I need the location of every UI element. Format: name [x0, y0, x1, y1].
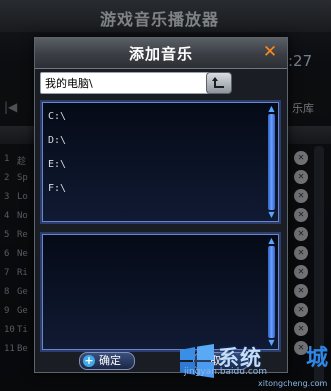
track-name: Ge [17, 306, 28, 316]
list-item[interactable]: E:\ [48, 158, 66, 182]
folder-list-pane: C:\ D:\ E:\ F:\ ▲ ▼ [40, 100, 281, 224]
drive-list: C:\ D:\ E:\ F:\ [48, 110, 66, 206]
track-number: 4 [4, 211, 10, 221]
file-list-pane: ▲ ▼ [40, 232, 281, 352]
delete-icon[interactable]: ✕ [294, 151, 308, 165]
path-input[interactable] [40, 72, 230, 94]
delete-icon[interactable]: ✕ [294, 189, 308, 203]
delete-icon[interactable]: ✕ [294, 170, 308, 184]
delete-icon[interactable]: ✕ [294, 322, 308, 336]
dialog-title: 添加音乐 [128, 45, 193, 63]
watermark: 系统 城 jingyan.baidu.com xitongcheng.com [178, 340, 331, 391]
ok-label: 确定 [99, 354, 121, 367]
track-number: 6 [4, 249, 10, 259]
track-name: Be [17, 344, 28, 354]
watermark-url: jingyan.baidu.com [184, 367, 268, 377]
track-number: 11 [4, 344, 15, 354]
track-name: Lo [17, 192, 28, 202]
file-scrollbar[interactable]: ▲ ▼ [266, 236, 277, 348]
track-name: Re [17, 230, 28, 240]
track-name: 趁 [17, 157, 27, 167]
track-number: 7 [4, 268, 10, 278]
plus-icon: + [83, 354, 95, 367]
track-number: 5 [4, 230, 10, 240]
delete-icon[interactable]: ✕ [294, 227, 308, 241]
list-item[interactable]: F:\ [48, 182, 66, 206]
scroll-thumb[interactable] [268, 246, 275, 338]
up-folder-button[interactable] [206, 72, 232, 94]
track-number: 10 [4, 325, 15, 335]
track-name: Ri [17, 268, 28, 278]
close-icon[interactable]: ✕ [261, 43, 279, 61]
delete-icon[interactable]: ✕ [294, 265, 308, 279]
track-number: 1 [4, 154, 10, 164]
time-display: :27 [288, 52, 313, 70]
track-name: Sp [17, 173, 28, 183]
track-name: Ge [17, 287, 28, 297]
watermark-char: 城 [306, 346, 329, 371]
delete-icon[interactable]: ✕ [294, 246, 308, 260]
scroll-thumb[interactable] [268, 114, 275, 210]
track-number: 9 [4, 306, 10, 316]
scroll-down-icon[interactable]: ▼ [266, 210, 277, 220]
player-title: 游戏音乐播放器 [100, 10, 220, 29]
delete-icon[interactable]: ✕ [294, 303, 308, 317]
track-number: 3 [4, 192, 10, 202]
ok-button[interactable]: + 确定 [79, 352, 135, 370]
track-number: 8 [4, 287, 10, 297]
list-item[interactable]: C:\ [48, 110, 66, 134]
up-arrow-icon [212, 77, 224, 88]
add-music-dialog: 添加音乐 ✕ C:\ D:\ E:\ F:\ ▲ ▼ ▲ ▼ + 确定 [34, 37, 288, 373]
track-name: No [17, 211, 28, 221]
tab-library[interactable]: 乐库 [292, 100, 314, 116]
scroll-up-icon[interactable]: ▲ [266, 236, 277, 246]
track-name: Ne [17, 249, 28, 259]
folder-scrollbar[interactable]: ▲ ▼ [266, 104, 277, 220]
dialog-titlebar: 添加音乐 ✕ [35, 38, 287, 69]
track-number: 2 [4, 173, 10, 183]
watermark-url-secondary: xitongcheng.com [258, 379, 328, 388]
player-titlebar: 游戏音乐播放器 [0, 0, 331, 32]
list-item[interactable]: D:\ [48, 134, 66, 158]
delete-icon[interactable]: ✕ [294, 284, 308, 298]
scroll-up-icon[interactable]: ▲ [266, 104, 277, 114]
delete-icon[interactable]: ✕ [294, 208, 308, 222]
previous-icon[interactable]: |◀ [4, 100, 17, 114]
track-name: Ti [17, 325, 28, 335]
